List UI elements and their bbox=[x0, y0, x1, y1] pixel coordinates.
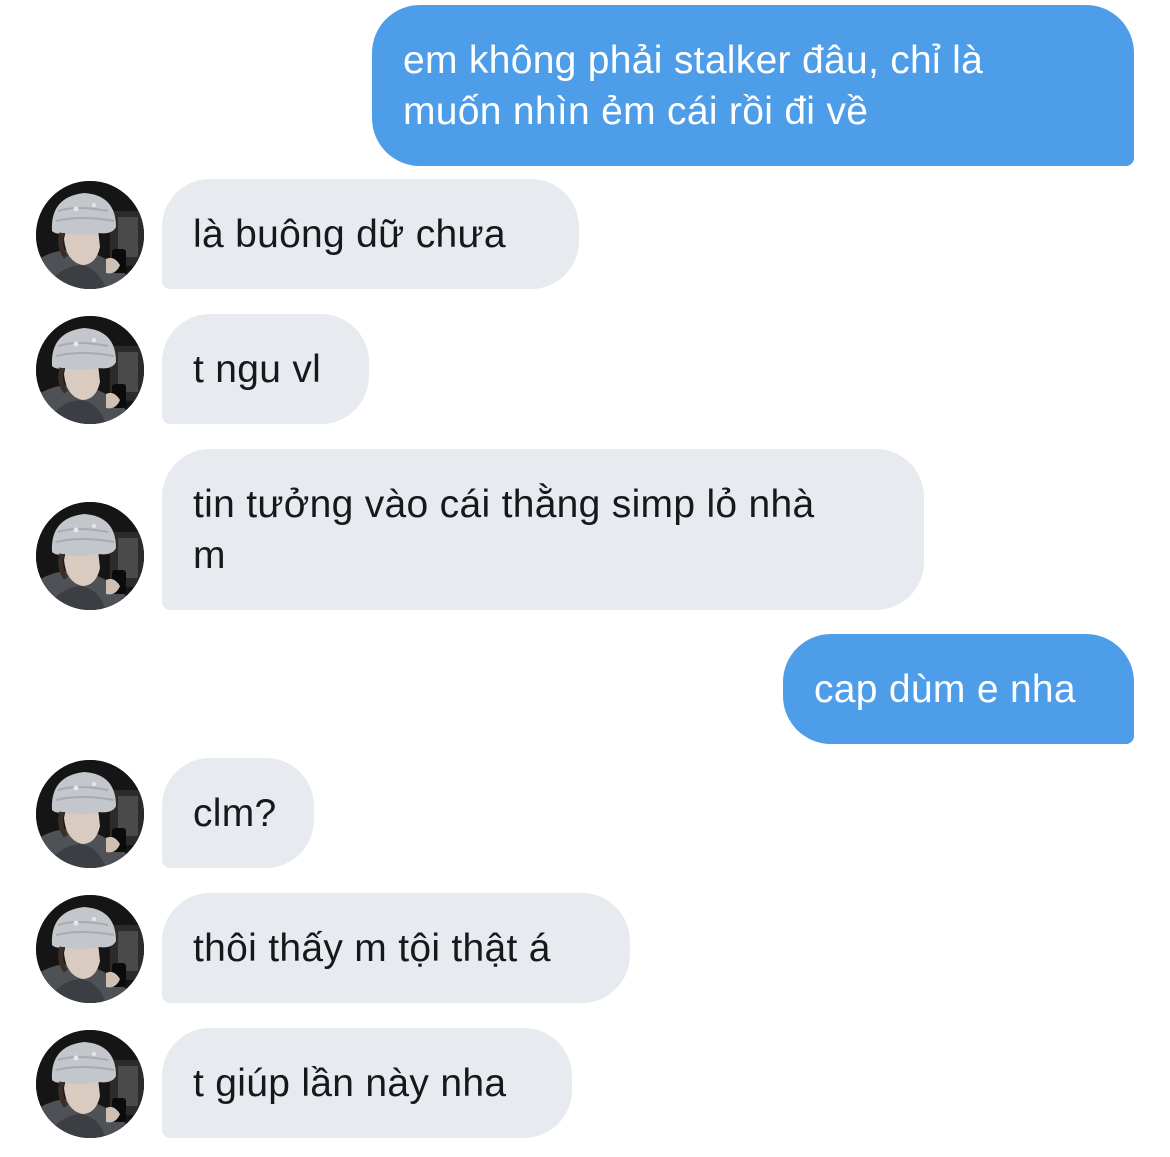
contact-avatar[interactable] bbox=[36, 181, 144, 289]
message-bubble-received[interactable]: tin tưởng vào cái thằng simp lỏ nhà m bbox=[162, 449, 924, 610]
avatar-image bbox=[36, 502, 144, 610]
message-bubble-received[interactable]: clm? bbox=[162, 758, 314, 868]
message-bubble-sent[interactable]: em không phải stalker đâu, chỉ là muốn n… bbox=[372, 5, 1134, 166]
contact-avatar[interactable] bbox=[36, 502, 144, 610]
avatar-image bbox=[36, 181, 144, 289]
avatar-image bbox=[36, 316, 144, 424]
contact-avatar[interactable] bbox=[36, 1030, 144, 1138]
message-bubble-received[interactable]: thôi thấy m tội thật á bbox=[162, 893, 630, 1003]
avatar-image bbox=[36, 895, 144, 1003]
contact-avatar[interactable] bbox=[36, 895, 144, 1003]
contact-avatar[interactable] bbox=[36, 760, 144, 868]
avatar-image bbox=[36, 760, 144, 868]
message-bubble-sent[interactable]: cap dùm e nha bbox=[783, 634, 1134, 744]
message-bubble-received[interactable]: là buông dữ chưa bbox=[162, 179, 579, 289]
message-bubble-received[interactable]: t giúp lần này nha bbox=[162, 1028, 572, 1138]
message-bubble-received[interactable]: t ngu vl bbox=[162, 314, 369, 424]
contact-avatar[interactable] bbox=[36, 316, 144, 424]
avatar-image bbox=[36, 1030, 144, 1138]
